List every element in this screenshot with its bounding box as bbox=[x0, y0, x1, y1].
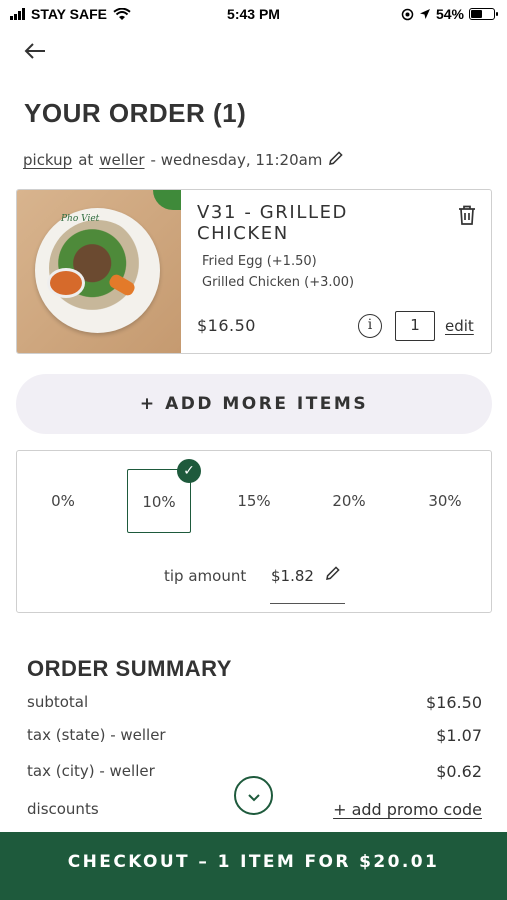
battery-icon bbox=[469, 8, 498, 20]
image-logo: Pho Viet bbox=[61, 214, 100, 224]
tip-option-15[interactable]: 15% bbox=[222, 469, 286, 533]
chevron-down-icon[interactable] bbox=[234, 776, 273, 815]
summary-label: tax (state) - weller bbox=[27, 726, 166, 744]
tip-amount-label: tip amount bbox=[164, 567, 247, 585]
item-modifiers: Fried Egg (+1.50) Grilled Chicken (+3.00… bbox=[202, 251, 354, 293]
summary-label: subtotal bbox=[27, 693, 89, 711]
pickup-at-text: at bbox=[78, 151, 94, 169]
summary-label: tax (city) - weller bbox=[27, 762, 155, 780]
summary-value: $1.07 bbox=[436, 726, 482, 745]
status-right: 54% bbox=[401, 6, 498, 22]
tip-option-30[interactable]: 30% bbox=[413, 469, 477, 533]
quantity-field[interactable]: 1 bbox=[395, 311, 435, 341]
page-title: YOUR ORDER (1) bbox=[24, 98, 247, 128]
image-leaf bbox=[153, 190, 181, 210]
tip-option-20[interactable]: 20% bbox=[317, 469, 381, 533]
arrow-icon bbox=[419, 9, 430, 19]
status-bar: STAY SAFE 5:43 PM 54% bbox=[0, 0, 507, 30]
add-more-items-button[interactable]: + ADD MORE ITEMS bbox=[16, 374, 492, 434]
tip-option-0[interactable]: 0% bbox=[31, 469, 95, 533]
battery-percent: 54% bbox=[435, 6, 464, 22]
pickup-time: - wednesday, 11:20am bbox=[150, 151, 323, 169]
location-icon bbox=[401, 8, 414, 20]
trash-icon[interactable] bbox=[457, 204, 477, 226]
pickup-location-link[interactable]: weller bbox=[99, 151, 144, 169]
item-price: $16.50 bbox=[197, 316, 256, 335]
battery-fill bbox=[471, 10, 483, 18]
pickup-info[interactable]: pickup at weller - wednesday, 11:20am bbox=[23, 150, 344, 170]
modifier: Fried Egg (+1.50) bbox=[202, 254, 317, 269]
order-item-card: Pho Viet V31 - GRILLED CHICKEN Fried Egg… bbox=[16, 189, 492, 354]
tip-underline bbox=[270, 603, 345, 604]
pencil-icon[interactable] bbox=[325, 565, 341, 585]
summary-value: $16.50 bbox=[426, 693, 482, 712]
summary-value: $0.62 bbox=[436, 762, 482, 781]
edit-item-link[interactable]: edit bbox=[445, 317, 474, 335]
summary-row-subtotal: subtotal $16.50 bbox=[27, 693, 482, 712]
pickup-mode-link[interactable]: pickup bbox=[23, 151, 72, 169]
order-summary-title: ORDER SUMMARY bbox=[27, 656, 232, 681]
image-sauce bbox=[47, 268, 85, 298]
tip-amount-value[interactable]: $1.82 bbox=[271, 567, 314, 585]
modifier: Grilled Chicken (+3.00) bbox=[202, 275, 355, 290]
check-icon: ✓ bbox=[177, 459, 201, 483]
info-icon[interactable]: i bbox=[358, 314, 382, 338]
pencil-icon[interactable] bbox=[328, 150, 344, 170]
summary-row-tax-state: tax (state) - weller $1.07 bbox=[27, 726, 482, 745]
add-promo-code-link[interactable]: + add promo code bbox=[333, 800, 482, 819]
back-arrow-icon[interactable] bbox=[22, 38, 52, 68]
item-name: V31 - GRILLED CHICKEN bbox=[197, 202, 349, 244]
tip-selector: 0% 10% ✓ 15% 20% 30% tip amount $1.82 bbox=[16, 450, 492, 613]
item-image: Pho Viet bbox=[17, 190, 181, 353]
checkout-button[interactable]: CHECKOUT – 1 ITEM FOR $20.01 bbox=[0, 832, 507, 900]
summary-label: discounts bbox=[27, 800, 99, 818]
